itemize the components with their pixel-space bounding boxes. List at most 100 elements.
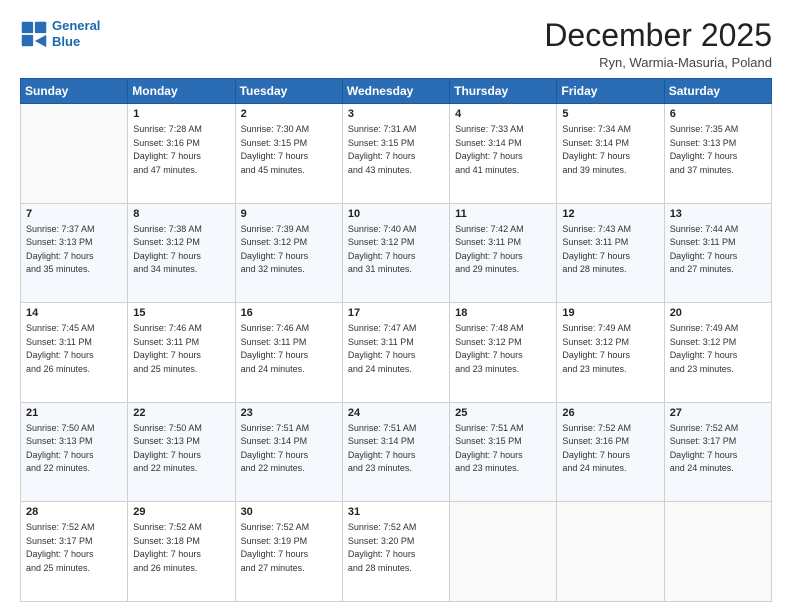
day-info: Sunrise: 7:50 AM Sunset: 3:13 PM Dayligh… <box>133 422 229 476</box>
day-number: 17 <box>348 307 444 319</box>
day-number: 4 <box>455 108 551 120</box>
calendar-cell: 21Sunrise: 7:50 AM Sunset: 3:13 PM Dayli… <box>21 402 128 502</box>
day-info: Sunrise: 7:33 AM Sunset: 3:14 PM Dayligh… <box>455 123 551 177</box>
calendar-cell: 3Sunrise: 7:31 AM Sunset: 3:15 PM Daylig… <box>342 104 449 204</box>
day-number: 16 <box>241 307 337 319</box>
calendar-header-row: SundayMondayTuesdayWednesdayThursdayFrid… <box>21 79 772 104</box>
day-info: Sunrise: 7:52 AM Sunset: 3:16 PM Dayligh… <box>562 422 658 476</box>
calendar-cell: 20Sunrise: 7:49 AM Sunset: 3:12 PM Dayli… <box>664 303 771 403</box>
logo-icon <box>20 20 48 48</box>
calendar-cell: 6 Sunrise: 7:35 AM Sunset: 3:13 PM Daylig… <box>664 104 771 204</box>
day-number: 12 <box>562 208 658 220</box>
calendar-cell: 7Sunrise: 7:37 AM Sunset: 3:13 PM Daylig… <box>21 203 128 303</box>
day-info: Sunrise: 7:52 AM Sunset: 3:19 PM Dayligh… <box>241 521 337 575</box>
day-info: Sunrise: 7:43 AM Sunset: 3:11 PM Dayligh… <box>562 223 658 277</box>
calendar-cell: 23Sunrise: 7:51 AM Sunset: 3:14 PM Dayli… <box>235 402 342 502</box>
header: General Blue December 2025 Ryn, Warmia-M… <box>20 18 772 70</box>
day-info: Sunrise: 7:30 AM Sunset: 3:15 PM Dayligh… <box>241 123 337 177</box>
day-number: 5 <box>562 108 658 120</box>
day-info: Sunrise: 7:52 AM Sunset: 3:17 PM Dayligh… <box>670 422 766 476</box>
calendar-cell: 27 Sunrise: 7:52 AM Sunset: 3:17 PM Dayli… <box>664 402 771 502</box>
logo-line1: General <box>52 18 100 33</box>
day-number: 9 <box>241 208 337 220</box>
day-info: Sunrise: 7:52 AM Sunset: 3:18 PM Dayligh… <box>133 521 229 575</box>
calendar-cell: 8Sunrise: 7:38 AM Sunset: 3:12 PM Daylig… <box>128 203 235 303</box>
week-row-3: 21Sunrise: 7:50 AM Sunset: 3:13 PM Dayli… <box>21 402 772 502</box>
day-number: 31 <box>348 506 444 518</box>
day-info: Sunrise: 7:52 AM Sunset: 3:17 PM Dayligh… <box>26 521 122 575</box>
day-number: 10 <box>348 208 444 220</box>
calendar-cell: 16 Sunrise: 7:46 AM Sunset: 3:11 PM Dayli… <box>235 303 342 403</box>
calendar-cell: 1 Sunrise: 7:28 AM Sunset: 3:16 PM Daylig… <box>128 104 235 204</box>
day-info: Sunrise: 7:52 AM Sunset: 3:20 PM Dayligh… <box>348 521 444 575</box>
day-number: 22 <box>133 407 229 419</box>
day-number: 19 <box>562 307 658 319</box>
col-header-thursday: Thursday <box>450 79 557 104</box>
week-row-0: 1 Sunrise: 7:28 AM Sunset: 3:16 PM Daylig… <box>21 104 772 204</box>
week-row-4: 28Sunrise: 7:52 AM Sunset: 3:17 PM Dayli… <box>21 502 772 602</box>
day-info: Sunrise: 7:42 AM Sunset: 3:11 PM Dayligh… <box>455 223 551 277</box>
day-number: 29 <box>133 506 229 518</box>
location: Ryn, Warmia-Masuria, Poland <box>544 55 772 70</box>
calendar-table: SundayMondayTuesdayWednesdayThursdayFrid… <box>20 78 772 602</box>
day-number: 6 <box>670 108 766 120</box>
calendar-cell: 13 Sunrise: 7:44 AM Sunset: 3:11 PM Dayli… <box>664 203 771 303</box>
calendar-cell: 17 Sunrise: 7:47 AM Sunset: 3:11 PM Dayli… <box>342 303 449 403</box>
col-header-saturday: Saturday <box>664 79 771 104</box>
day-number: 24 <box>348 407 444 419</box>
calendar-cell <box>557 502 664 602</box>
calendar-cell: 11Sunrise: 7:42 AM Sunset: 3:11 PM Dayli… <box>450 203 557 303</box>
day-info: Sunrise: 7:49 AM Sunset: 3:12 PM Dayligh… <box>670 322 766 376</box>
calendar-cell: 24 Sunrise: 7:51 AM Sunset: 3:14 PM Dayli… <box>342 402 449 502</box>
calendar-cell: 10Sunrise: 7:40 AM Sunset: 3:12 PM Dayli… <box>342 203 449 303</box>
col-header-sunday: Sunday <box>21 79 128 104</box>
calendar-cell: 30 Sunrise: 7:52 AM Sunset: 3:19 PM Dayli… <box>235 502 342 602</box>
calendar-cell <box>450 502 557 602</box>
calendar-cell: 18 Sunrise: 7:48 AM Sunset: 3:12 PM Dayli… <box>450 303 557 403</box>
day-number: 14 <box>26 307 122 319</box>
day-number: 18 <box>455 307 551 319</box>
day-info: Sunrise: 7:50 AM Sunset: 3:13 PM Dayligh… <box>26 422 122 476</box>
col-header-monday: Monday <box>128 79 235 104</box>
day-info: Sunrise: 7:51 AM Sunset: 3:14 PM Dayligh… <box>348 422 444 476</box>
day-info: Sunrise: 7:39 AM Sunset: 3:12 PM Dayligh… <box>241 223 337 277</box>
day-number: 1 <box>133 108 229 120</box>
calendar-cell: 29 Sunrise: 7:52 AM Sunset: 3:18 PM Dayli… <box>128 502 235 602</box>
calendar-cell: 19 Sunrise: 7:49 AM Sunset: 3:12 PM Dayli… <box>557 303 664 403</box>
day-info: Sunrise: 7:37 AM Sunset: 3:13 PM Dayligh… <box>26 223 122 277</box>
calendar-cell <box>21 104 128 204</box>
day-number: 27 <box>670 407 766 419</box>
day-info: Sunrise: 7:51 AM Sunset: 3:15 PM Dayligh… <box>455 422 551 476</box>
calendar-cell: 22 Sunrise: 7:50 AM Sunset: 3:13 PM Dayli… <box>128 402 235 502</box>
calendar-cell: 5Sunrise: 7:34 AM Sunset: 3:14 PM Daylig… <box>557 104 664 204</box>
day-info: Sunrise: 7:51 AM Sunset: 3:14 PM Dayligh… <box>241 422 337 476</box>
day-info: Sunrise: 7:28 AM Sunset: 3:16 PM Dayligh… <box>133 123 229 177</box>
calendar-cell: 28Sunrise: 7:52 AM Sunset: 3:17 PM Dayli… <box>21 502 128 602</box>
day-info: Sunrise: 7:31 AM Sunset: 3:15 PM Dayligh… <box>348 123 444 177</box>
logo: General Blue <box>20 18 100 49</box>
calendar-cell: 2Sunrise: 7:30 AM Sunset: 3:15 PM Daylig… <box>235 104 342 204</box>
week-row-2: 14Sunrise: 7:45 AM Sunset: 3:11 PM Dayli… <box>21 303 772 403</box>
col-header-tuesday: Tuesday <box>235 79 342 104</box>
calendar-cell: 9 Sunrise: 7:39 AM Sunset: 3:12 PM Daylig… <box>235 203 342 303</box>
day-number: 25 <box>455 407 551 419</box>
day-info: Sunrise: 7:47 AM Sunset: 3:11 PM Dayligh… <box>348 322 444 376</box>
calendar-cell: 26 Sunrise: 7:52 AM Sunset: 3:16 PM Dayli… <box>557 402 664 502</box>
col-header-friday: Friday <box>557 79 664 104</box>
calendar-cell: 15Sunrise: 7:46 AM Sunset: 3:11 PM Dayli… <box>128 303 235 403</box>
calendar-cell: 31 Sunrise: 7:52 AM Sunset: 3:20 PM Dayli… <box>342 502 449 602</box>
day-info: Sunrise: 7:48 AM Sunset: 3:12 PM Dayligh… <box>455 322 551 376</box>
day-number: 30 <box>241 506 337 518</box>
day-number: 13 <box>670 208 766 220</box>
day-info: Sunrise: 7:46 AM Sunset: 3:11 PM Dayligh… <box>241 322 337 376</box>
day-number: 8 <box>133 208 229 220</box>
day-info: Sunrise: 7:49 AM Sunset: 3:12 PM Dayligh… <box>562 322 658 376</box>
day-info: Sunrise: 7:35 AM Sunset: 3:13 PM Dayligh… <box>670 123 766 177</box>
calendar-cell: 25 Sunrise: 7:51 AM Sunset: 3:15 PM Dayli… <box>450 402 557 502</box>
day-info: Sunrise: 7:44 AM Sunset: 3:11 PM Dayligh… <box>670 223 766 277</box>
page: General Blue December 2025 Ryn, Warmia-M… <box>0 0 792 612</box>
calendar-cell <box>664 502 771 602</box>
day-number: 26 <box>562 407 658 419</box>
title-block: December 2025 Ryn, Warmia-Masuria, Polan… <box>544 18 772 70</box>
logo-line2: Blue <box>52 34 80 49</box>
